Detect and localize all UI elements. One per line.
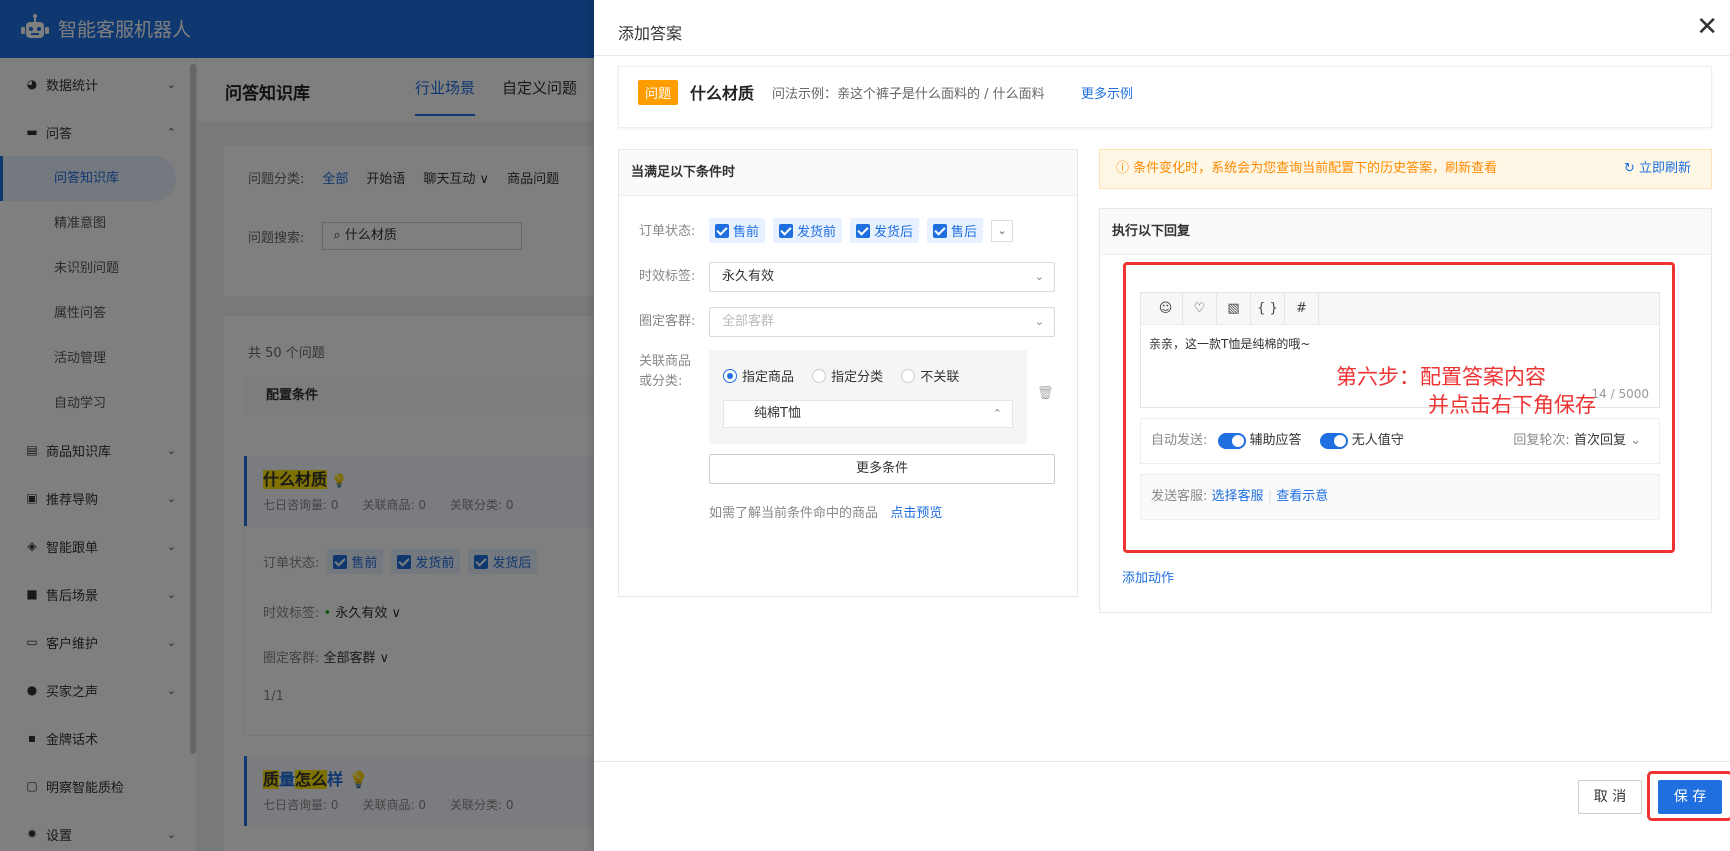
question-example: 问法示例：亲这个裤子是什么面料的 / 什么面料 (772, 87, 1045, 102)
auto-send-row: 自动发送: 辅助应答 无人值守 回复轮次: 首次回复 ⌄ (1140, 418, 1660, 464)
refresh-icon: ↻ (1623, 161, 1639, 176)
send-agent-row: 发送客服: 选择客服 | 查看示意 (1140, 474, 1660, 520)
annotation-step6: 第六步：配置答案内容 (1336, 365, 1546, 389)
radio-specified-category[interactable]: 指定分类 (812, 366, 883, 385)
char-count: 14 / 5000 (1591, 387, 1649, 401)
customer-group-select[interactable]: 全部客群 ⌄ (709, 307, 1055, 337)
goods-select[interactable]: 纯棉T恤 ⌃ (723, 400, 1013, 428)
drawer-header: 添加答案 ✕ (594, 0, 1730, 56)
braces-icon[interactable]: { } (1251, 292, 1285, 325)
more-examples-link[interactable]: 更多示例 (1081, 83, 1133, 102)
app-root: 智能客服机器人 ◕数据统计⌄ ▬问答⌃ 问答知识库 精准意图 未识别问题 属性问… (0, 0, 1730, 851)
drawer-footer: 取 消 保 存 (594, 761, 1730, 851)
goods-association-box: 指定商品 指定分类 不关联 纯棉T恤 ⌃ (709, 350, 1027, 444)
order-status-checkbox[interactable]: 发货后 (850, 218, 920, 243)
choose-agent-link[interactable]: 选择客服 (1212, 489, 1264, 504)
drawer-title: 添加答案 (618, 24, 683, 43)
editor-toolbar: ☺ ♡ ▧ { } # (1141, 292, 1659, 325)
checkbox-icon (933, 223, 948, 238)
view-example-link[interactable]: 查看示意 (1276, 489, 1328, 504)
order-status-checkbox[interactable]: 发货前 (773, 218, 843, 243)
heart-icon[interactable]: ♡ (1183, 292, 1217, 325)
chevron-up-icon: ⌃ (992, 407, 1002, 420)
order-status-checkbox[interactable]: 售后 (927, 218, 984, 243)
reply-card: 执行以下回复 ☺ ♡ ▧ { } # 亲亲，这一款T恤是纯棉的哦~ 14 / 5… (1099, 208, 1712, 613)
preview-hint: 如需了解当前条件命中的商品 点击预览 (709, 506, 943, 521)
time-tag-select[interactable]: 永久有效 ⌄ (709, 262, 1055, 292)
more-conditions-button[interactable]: 更多条件 (709, 454, 1055, 484)
history-tip: ⓘ 条件变化时，系统会为您查询当前配置下的历史答案，刷新查看 ↻ 立即刷新 (1099, 149, 1712, 189)
add-action-link[interactable]: 添加动作 (1122, 567, 1174, 586)
modal-mask[interactable] (0, 0, 600, 851)
annotation-save-hint: 并点击右下角保存 (1428, 393, 1596, 417)
order-status-checkbox[interactable]: 售前 (709, 218, 766, 243)
save-button[interactable]: 保 存 (1658, 780, 1722, 814)
radio-specified-goods[interactable]: 指定商品 (723, 366, 794, 385)
radio-no-link[interactable]: 不关联 (901, 366, 959, 385)
order-status-group: 售前 发货前 发货后 售后 ⌄ (709, 218, 1014, 243)
reply-header: 执行以下回复 (1100, 209, 1711, 255)
close-icon[interactable]: ✕ (1696, 14, 1718, 40)
chevron-down-icon: ⌄ (1630, 433, 1641, 448)
checkbox-icon (779, 223, 794, 238)
question-badge: 问题 (638, 80, 679, 105)
answer-text[interactable]: 亲亲，这一款T恤是纯棉的哦~ (1141, 325, 1659, 362)
drawer-body: 问题 什么材质 问法示例：亲这个裤子是什么面料的 / 什么面料 更多示例 当满足… (594, 56, 1730, 761)
conditions-header: 当满足以下条件时 (619, 150, 1077, 196)
unattended-toggle[interactable] (1319, 432, 1348, 449)
checkbox-icon (715, 223, 729, 238)
image-icon[interactable]: ▧ (1217, 292, 1251, 325)
goods-radio-group: 指定商品 指定分类 不关联 (723, 366, 973, 387)
chevron-down-icon: ⌄ (1034, 315, 1044, 328)
trash-icon[interactable]: 🗑 (1037, 386, 1054, 401)
hash-icon[interactable]: # (1285, 292, 1319, 325)
chevron-down-icon: ⌄ (1034, 270, 1044, 283)
checkbox-icon (856, 223, 871, 238)
assist-toggle[interactable] (1217, 432, 1246, 449)
question-title: 什么材质 (690, 84, 755, 103)
chevron-down-icon[interactable]: ⌄ (991, 219, 1014, 242)
emoji-icon[interactable]: ☺ (1149, 292, 1183, 325)
reply-round[interactable]: 回复轮次: 首次回复 ⌄ (1513, 419, 1641, 463)
cancel-button[interactable]: 取 消 (1578, 780, 1642, 814)
refresh-link[interactable]: ↻ 立即刷新 (1624, 150, 1691, 188)
conditions-card: 当满足以下条件时 订单状态: 售前 发货前 发货后 售后 ⌄ 时效标签: 永久有… (618, 149, 1078, 597)
preview-link[interactable]: 点击预览 (890, 506, 942, 521)
add-answer-drawer: 添加答案 ✕ 问题 什么材质 问法示例：亲这个裤子是什么面料的 / 什么面料 更… (594, 0, 1730, 851)
